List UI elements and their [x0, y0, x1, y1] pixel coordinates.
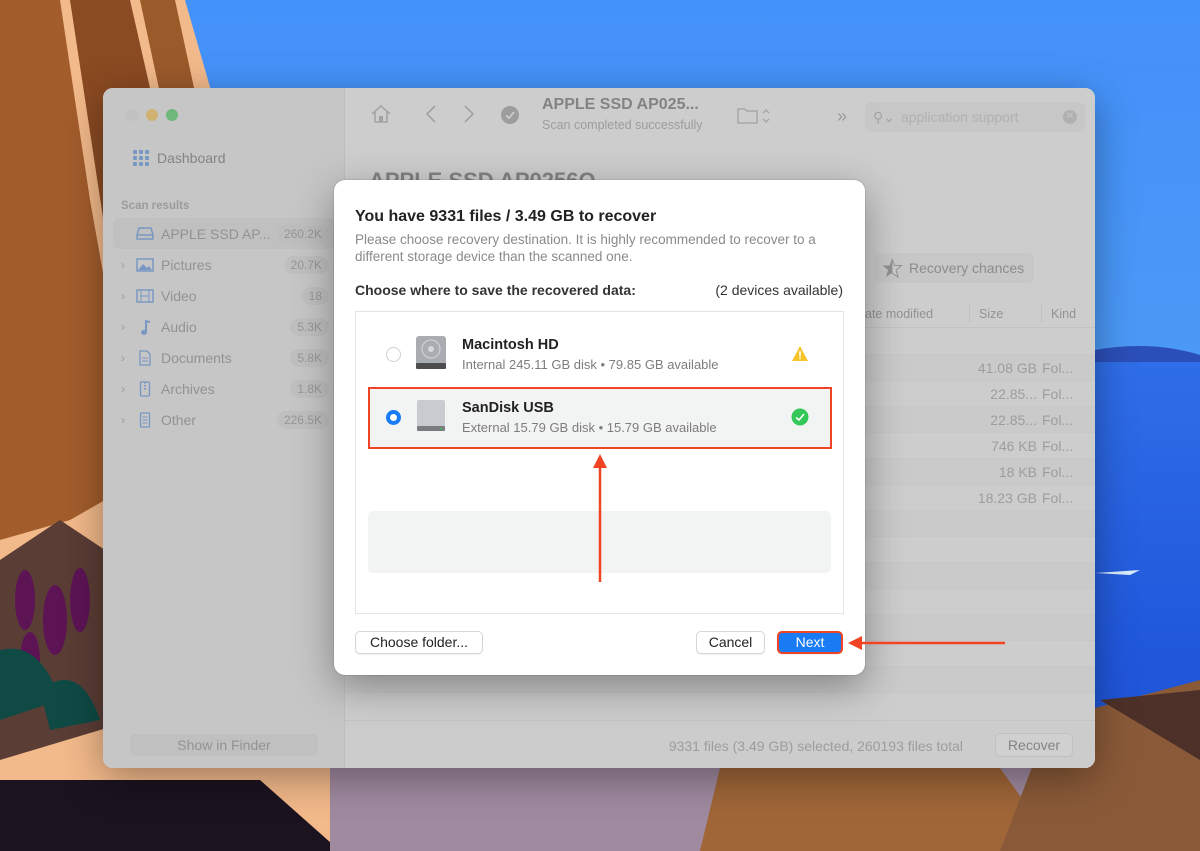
empty-device-slot	[368, 511, 831, 573]
annotation-highlight-box	[368, 387, 832, 449]
internal-disk-icon	[416, 336, 446, 369]
choose-destination-label: Choose where to save the recovered data:	[355, 282, 636, 298]
devices-available-count: (2 devices available)	[715, 282, 843, 298]
dialog-description: Please choose recovery destination. It i…	[355, 232, 816, 264]
device-name: Macintosh HD	[462, 337, 559, 353]
device-radio[interactable]	[386, 347, 401, 362]
choose-folder-button[interactable]: Choose folder...	[355, 631, 483, 654]
device-item-macintosh-hd[interactable]: Macintosh HD Internal 245.11 GB disk • 7…	[368, 324, 831, 384]
device-list: Macintosh HD Internal 245.11 GB disk • 7…	[355, 311, 844, 614]
dialog-title: You have 9331 files / 3.49 GB to recover	[355, 208, 657, 225]
warning-icon	[792, 346, 808, 361]
next-button[interactable]: Next	[777, 631, 843, 654]
device-info: Internal 245.11 GB disk • 79.85 GB avail…	[462, 357, 719, 372]
cancel-button[interactable]: Cancel	[696, 631, 765, 654]
